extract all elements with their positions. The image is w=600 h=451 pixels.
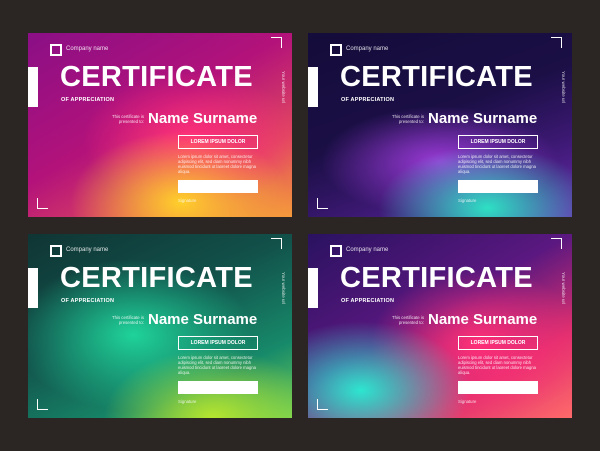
corner-bracket-icon <box>551 238 562 249</box>
side-accent-bar <box>308 67 318 107</box>
logo-square-icon <box>330 44 342 56</box>
certificate-title: CERTIFICATE <box>340 61 533 93</box>
certificate-magenta: Company name CERTIFICATE OF APPRECIATION… <box>28 33 292 217</box>
corner-bracket-icon <box>317 198 328 209</box>
company-name: Company name <box>346 46 389 52</box>
presented-to-label: This certificate is presented to: <box>392 315 424 326</box>
recipient-name: Name Surname <box>148 110 258 127</box>
badge-box: LOREM IPSUM DOLOR <box>458 135 538 149</box>
logo-square-icon <box>50 44 62 56</box>
certificate-title: CERTIFICATE <box>60 61 253 93</box>
signature-label: Signature <box>458 399 477 404</box>
body-text: Lorem ipsum dolor sit amet, consectetur … <box>178 154 256 174</box>
signature-label: Signature <box>178 198 197 203</box>
badge-box: LOREM IPSUM DOLOR <box>458 336 538 350</box>
certificate-title: CERTIFICATE <box>60 262 253 294</box>
certificate-subtitle: OF APPRECIATION <box>341 298 395 304</box>
logo-square-icon <box>330 245 342 257</box>
certificate-subtitle: OF APPRECIATION <box>341 97 395 103</box>
signature-box <box>178 381 258 394</box>
logo-square-icon <box>50 245 62 257</box>
presented-to-label: This certificate is presented to: <box>112 114 144 125</box>
corner-bracket-icon <box>317 399 328 410</box>
certificate-title: CERTIFICATE <box>340 262 533 294</box>
signature-box <box>458 381 538 394</box>
presented-to-label: This certificate is presented to: <box>112 315 144 326</box>
corner-bracket-icon <box>551 37 562 48</box>
corner-bracket-icon <box>37 399 48 410</box>
corner-bracket-icon <box>271 238 282 249</box>
side-accent-bar <box>28 268 38 308</box>
certificate-pink-teal: Company name CERTIFICATE OF APPRECIATION… <box>308 234 572 418</box>
company-name: Company name <box>346 247 389 253</box>
signature-label: Signature <box>458 198 477 203</box>
badge-box: LOREM IPSUM DOLOR <box>178 336 258 350</box>
certificate-subtitle: OF APPRECIATION <box>61 97 115 103</box>
body-text: Lorem ipsum dolor sit amet, consectetur … <box>458 355 536 375</box>
website-url-vertical: Your website url <box>561 272 566 304</box>
website-url-vertical: Your website url <box>281 71 286 103</box>
corner-bracket-icon <box>37 198 48 209</box>
website-url-vertical: Your website url <box>561 71 566 103</box>
side-accent-bar <box>308 268 318 308</box>
company-name: Company name <box>66 46 109 52</box>
recipient-name: Name Surname <box>148 311 258 328</box>
signature-box <box>178 180 258 193</box>
recipient-name: Name Surname <box>428 311 538 328</box>
certificate-green: Company name CERTIFICATE OF APPRECIATION… <box>28 234 292 418</box>
recipient-name: Name Surname <box>428 110 538 127</box>
badge-box: LOREM IPSUM DOLOR <box>178 135 258 149</box>
certificate-purple: Company name CERTIFICATE OF APPRECIATION… <box>308 33 572 217</box>
signature-box <box>458 180 538 193</box>
corner-bracket-icon <box>271 37 282 48</box>
company-name: Company name <box>66 247 109 253</box>
body-text: Lorem ipsum dolor sit amet, consectetur … <box>178 355 256 375</box>
website-url-vertical: Your website url <box>281 272 286 304</box>
side-accent-bar <box>28 67 38 107</box>
body-text: Lorem ipsum dolor sit amet, consectetur … <box>458 154 536 174</box>
presented-to-label: This certificate is presented to: <box>392 114 424 125</box>
certificate-subtitle: OF APPRECIATION <box>61 298 115 304</box>
signature-label: Signature <box>178 399 197 404</box>
